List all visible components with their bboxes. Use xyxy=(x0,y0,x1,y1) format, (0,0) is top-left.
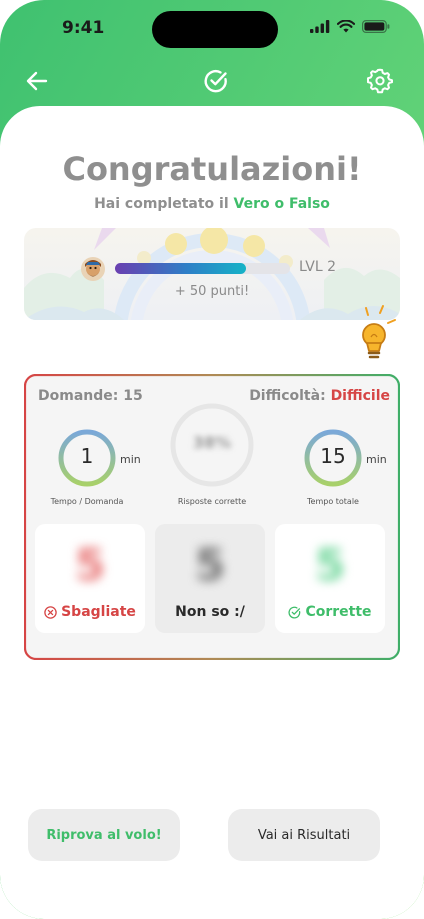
x-circle-icon xyxy=(44,605,57,619)
check-circle-icon xyxy=(204,69,227,93)
wrong-answers-count: 5 xyxy=(74,540,106,591)
unknown-answers-count: 5 xyxy=(194,540,226,591)
subtitle-prefix: Hai completato il xyxy=(94,196,234,212)
user-avatar xyxy=(81,257,105,281)
points-earned: + 50 punti! xyxy=(174,284,250,299)
questions-value: 15 xyxy=(123,388,143,404)
top-nav xyxy=(0,60,424,100)
quiz-stats-card: Domande: 15 Difficoltà: Difficile 1 min … xyxy=(24,374,400,660)
unknown-answers-label-row: Non so :/ xyxy=(155,604,265,620)
settings-button[interactable] xyxy=(363,64,397,98)
correct-answers-label: Corrette xyxy=(305,604,372,620)
retry-button[interactable]: Riprova al volo! xyxy=(28,809,180,861)
status-bar: 9:41 xyxy=(0,0,424,56)
view-results-button[interactable]: Vai ai Risultati xyxy=(228,809,380,861)
correct-answers-ring: 38% xyxy=(169,402,255,488)
time-per-question-ring: 1 xyxy=(57,428,117,488)
level-progress-banner: LVL 2 + 50 punti! xyxy=(24,228,400,320)
questions-label: Domande: xyxy=(38,388,119,404)
unknown-answers-label: Non so :/ xyxy=(175,604,245,620)
page-subtitle: Hai completato il Vero o Falso xyxy=(0,196,424,212)
correct-answers-label-row: Corrette xyxy=(275,604,385,620)
page-title: Congratulazioni! xyxy=(62,150,362,188)
signal-icon xyxy=(310,20,330,33)
status-icons xyxy=(310,20,390,33)
level-progress-fill xyxy=(115,263,247,274)
arrow-left-icon xyxy=(26,71,48,91)
difficulty-value: Difficile xyxy=(330,388,390,404)
correct-answers-tile: 5 Corrette xyxy=(275,524,385,633)
completed-status xyxy=(199,64,233,98)
difficulty-label: Difficoltà: xyxy=(249,388,326,404)
wrong-answers-label: Sbagliate xyxy=(61,604,136,620)
wifi-icon xyxy=(337,20,355,33)
battery-icon xyxy=(362,20,390,33)
phone-screen: 9:41 Congratulazioni! Hai completato il … xyxy=(0,0,424,919)
total-time-caption: Tempo totale xyxy=(307,497,359,506)
result-card: Congratulazioni! Hai completato il Vero … xyxy=(0,106,424,919)
back-button[interactable] xyxy=(20,64,54,98)
questions-count: Domande: 15 xyxy=(38,388,143,404)
check-circle-icon xyxy=(288,606,301,619)
total-time-ring: 15 xyxy=(303,428,363,488)
dynamic-island xyxy=(152,11,278,48)
difficulty: Difficoltà: Difficile xyxy=(249,388,390,404)
time-per-question-value: 1 xyxy=(80,444,94,468)
lightbulb-icon xyxy=(362,305,396,359)
total-time-unit: min xyxy=(366,453,387,466)
correct-answers-value: 38% xyxy=(192,433,232,452)
status-time: 9:41 xyxy=(62,18,105,38)
gear-icon xyxy=(367,68,393,94)
subtitle-game-name: Vero o Falso xyxy=(233,196,330,212)
wrong-answers-label-row: Sbagliate xyxy=(35,604,145,620)
correct-answers-caption: Risposte corrette xyxy=(177,497,247,506)
time-per-question-caption: Tempo / Domanda xyxy=(50,497,124,506)
wrong-answers-tile: 5 Sbagliate xyxy=(35,524,145,633)
level-progress-track xyxy=(115,263,290,274)
time-per-question-unit: min xyxy=(120,453,141,466)
total-time-value: 15 xyxy=(320,444,346,468)
unknown-answers-tile: 5 Non so :/ xyxy=(155,524,265,633)
level-label: LVL 2 xyxy=(299,259,336,275)
correct-answers-count: 5 xyxy=(314,540,346,591)
